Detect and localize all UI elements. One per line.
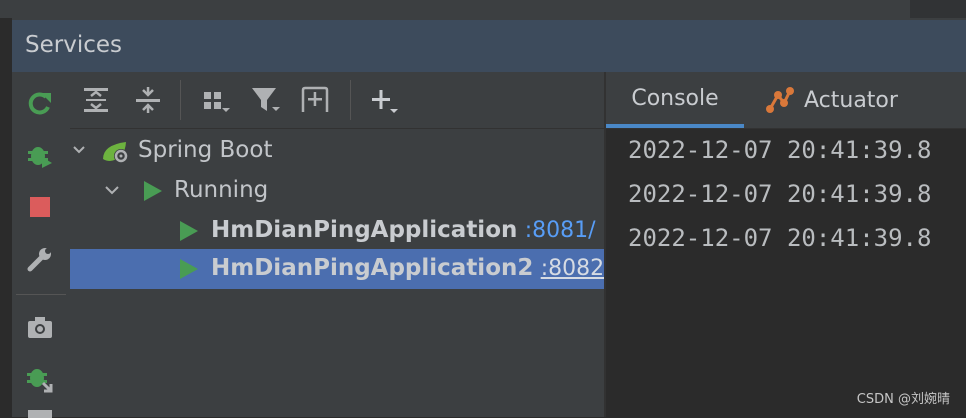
chevron-down-icon[interactable] xyxy=(72,143,86,157)
detail-tabs: Console Actuator xyxy=(606,72,966,129)
run-icon xyxy=(144,181,162,201)
debug-button[interactable] xyxy=(24,139,56,171)
tab-console-label: Console xyxy=(631,85,719,111)
app-port-link[interactable]: :8081/ xyxy=(525,218,596,243)
settings-button[interactable] xyxy=(24,243,56,275)
stop-button[interactable] xyxy=(24,191,56,223)
toolbar-separator xyxy=(350,80,351,120)
filter-button[interactable] xyxy=(248,82,284,118)
group-by-button[interactable] xyxy=(198,82,234,118)
app-entry: HmDianPingApplication :8081/ xyxy=(211,217,596,243)
plus-icon xyxy=(372,90,398,113)
tree-label-running: Running xyxy=(174,177,269,203)
collapse-all-button[interactable] xyxy=(130,82,166,118)
collapse-all-icon xyxy=(136,87,160,113)
chevron-down-icon[interactable] xyxy=(104,183,120,197)
tab-actuator[interactable]: Actuator xyxy=(764,72,904,128)
console-output[interactable]: 2022-12-07 20:41:39.8 2022-12-07 20:41:3… xyxy=(606,129,966,417)
app-name: HmDianPingApplication xyxy=(211,217,518,243)
editor-top-strip xyxy=(0,0,966,18)
tree-toolbar xyxy=(70,72,605,129)
rerun-icon xyxy=(28,92,51,115)
watermark: CSDN @刘婉晴 xyxy=(856,392,950,407)
panel-title: Services xyxy=(25,32,122,58)
app-entry: HmDianPingApplication2 :8082/ xyxy=(211,255,612,281)
spring-boot-icon xyxy=(103,142,128,163)
add-tab-icon xyxy=(301,86,329,112)
tree-node-app-8081[interactable]: HmDianPingApplication :8081/ xyxy=(70,211,605,251)
expand-all-button[interactable] xyxy=(78,82,114,118)
app-name: HmDianPingApplication2 xyxy=(211,255,534,281)
toolbar-divider xyxy=(16,294,66,295)
run-icon xyxy=(180,221,198,241)
bug-export-icon xyxy=(27,369,53,393)
actuator-icon xyxy=(766,87,794,113)
stop-icon xyxy=(30,197,50,217)
wrench-icon xyxy=(27,248,51,272)
toolbar-separator xyxy=(180,80,181,120)
camera-icon xyxy=(28,317,52,338)
group-icon xyxy=(204,92,230,112)
new-service-view-button[interactable] xyxy=(298,82,334,118)
tab-console[interactable]: Console xyxy=(606,72,744,128)
panel-header: Services xyxy=(12,20,966,72)
tree-node-app-8082[interactable]: HmDianPingApplication2 :8082/ xyxy=(70,249,612,289)
services-tree: Spring Boot Running HmDianPingApplicatio… xyxy=(70,129,612,417)
tree-node-running[interactable]: Running xyxy=(70,171,605,211)
app-port-link[interactable]: :8082/ xyxy=(541,256,612,281)
rerun-button[interactable] xyxy=(24,87,56,119)
attach-debugger-button[interactable] xyxy=(24,363,56,395)
run-icon xyxy=(180,259,198,279)
expand-all-icon xyxy=(84,88,108,112)
snapshot-button[interactable] xyxy=(24,311,56,343)
add-service-button[interactable] xyxy=(366,82,402,118)
console-line: 2022-12-07 20:41:39.8 xyxy=(628,224,932,252)
filter-icon xyxy=(252,88,280,111)
left-toolbar xyxy=(12,72,71,418)
console-line: 2022-12-07 20:41:39.8 xyxy=(628,136,932,164)
console-line: 2022-12-07 20:41:39.8 xyxy=(628,180,932,208)
tab-actuator-label: Actuator xyxy=(804,87,898,113)
editor-gutter-strip xyxy=(910,0,966,18)
tree-node-spring-boot[interactable]: Spring Boot xyxy=(70,131,605,171)
bug-icon xyxy=(28,147,52,168)
tree-label-spring-boot: Spring Boot xyxy=(138,137,273,163)
